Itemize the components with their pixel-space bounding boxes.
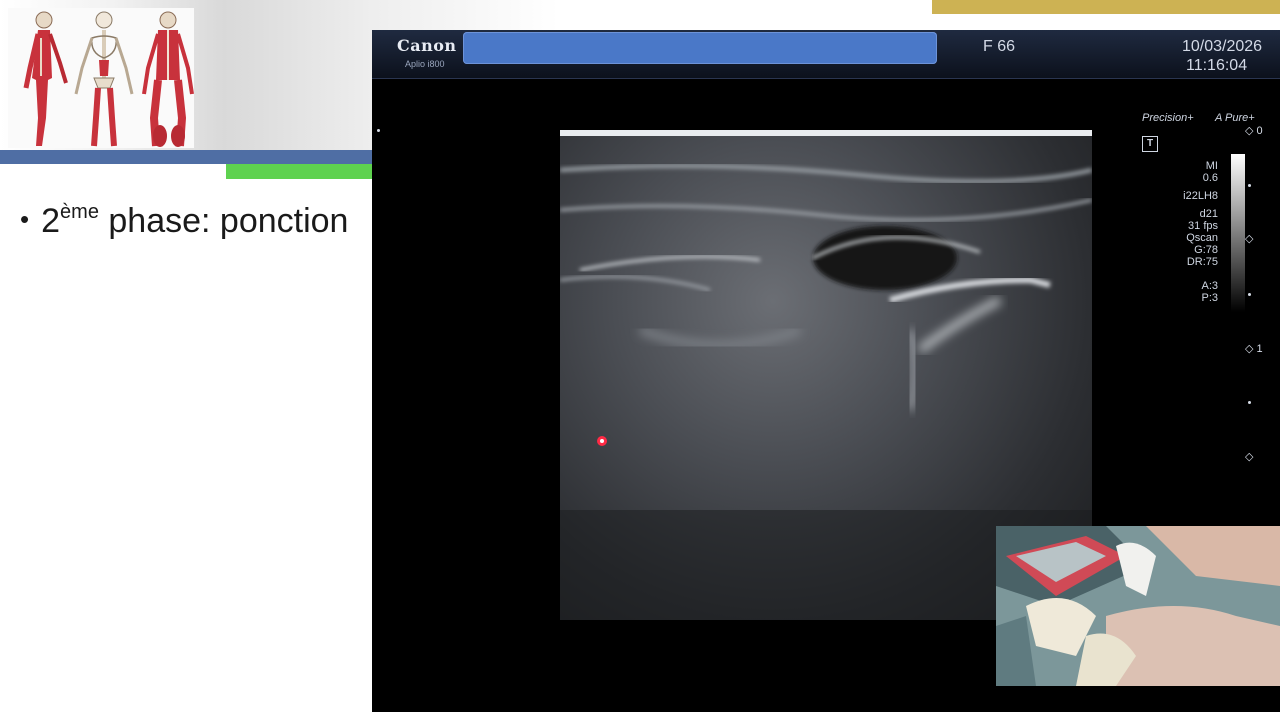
depth-scale-1: ◇ 1 xyxy=(1245,343,1263,355)
greyscale-bar xyxy=(1231,154,1245,312)
t-marker-icon: T xyxy=(1142,136,1158,152)
anatomy-illustration xyxy=(8,8,194,148)
p-value: P:3 xyxy=(1201,292,1218,304)
mi-value: 0.6 xyxy=(1202,172,1218,184)
procedure-camera-inset xyxy=(996,526,1280,686)
apure-label: A Pure+ xyxy=(1215,112,1255,124)
bullet-point: • 2ème phase: ponction xyxy=(20,200,349,241)
depth-tick xyxy=(1248,293,1251,296)
depth-value: d21 xyxy=(1199,208,1218,220)
anonymization-overlay xyxy=(463,32,937,64)
date-time: 10/03/2026 11:16:04 xyxy=(1182,37,1262,75)
depth-tick xyxy=(1248,184,1251,187)
frame-counter: F 66 xyxy=(983,38,1016,55)
gold-accent-bar xyxy=(932,0,1280,14)
gain-value: G:78 xyxy=(1194,244,1218,256)
time: 11:16:04 xyxy=(1186,57,1248,74)
ultrasound-header: Canon Aplio i800 F 66 10/03/2026 11:16:0… xyxy=(372,30,1280,79)
blue-divider-bar xyxy=(0,150,372,164)
bullet-number: 2 xyxy=(41,202,61,240)
dr-value: DR:75 xyxy=(1186,256,1218,268)
depth-tick xyxy=(1248,401,1251,404)
depth-marker-icon: ◇ xyxy=(1245,451,1254,463)
fps-value: 31 fps xyxy=(1188,220,1218,232)
marker-dot xyxy=(377,129,380,132)
depth-scale-0: ◇ 0 xyxy=(1245,125,1263,137)
focus-marker-icon: ◇ xyxy=(1245,233,1254,245)
mi-label: MI xyxy=(1205,160,1218,172)
probe-name: i22LH8 xyxy=(1183,190,1218,202)
bullet-icon: • xyxy=(20,204,30,234)
brand-logo: Canon xyxy=(397,36,457,55)
scan-parameters: MI 0.6 i22LH8 d21 31 fps Qscan G:78 DR:7… xyxy=(1162,160,1218,304)
ultrasound-video: Canon Aplio i800 F 66 10/03/2026 11:16:0… xyxy=(372,30,1280,712)
model-name: Aplio i800 xyxy=(405,59,445,69)
a-value: A:3 xyxy=(1201,280,1218,292)
bullet-superscript: ème xyxy=(60,200,99,223)
precision-label: Precision+ xyxy=(1142,112,1194,124)
green-accent-bar xyxy=(226,164,372,179)
bullet-text: phase: ponction xyxy=(98,202,349,240)
qscan-label: Qscan xyxy=(1186,232,1218,244)
date: 10/03/2026 xyxy=(1182,38,1263,55)
